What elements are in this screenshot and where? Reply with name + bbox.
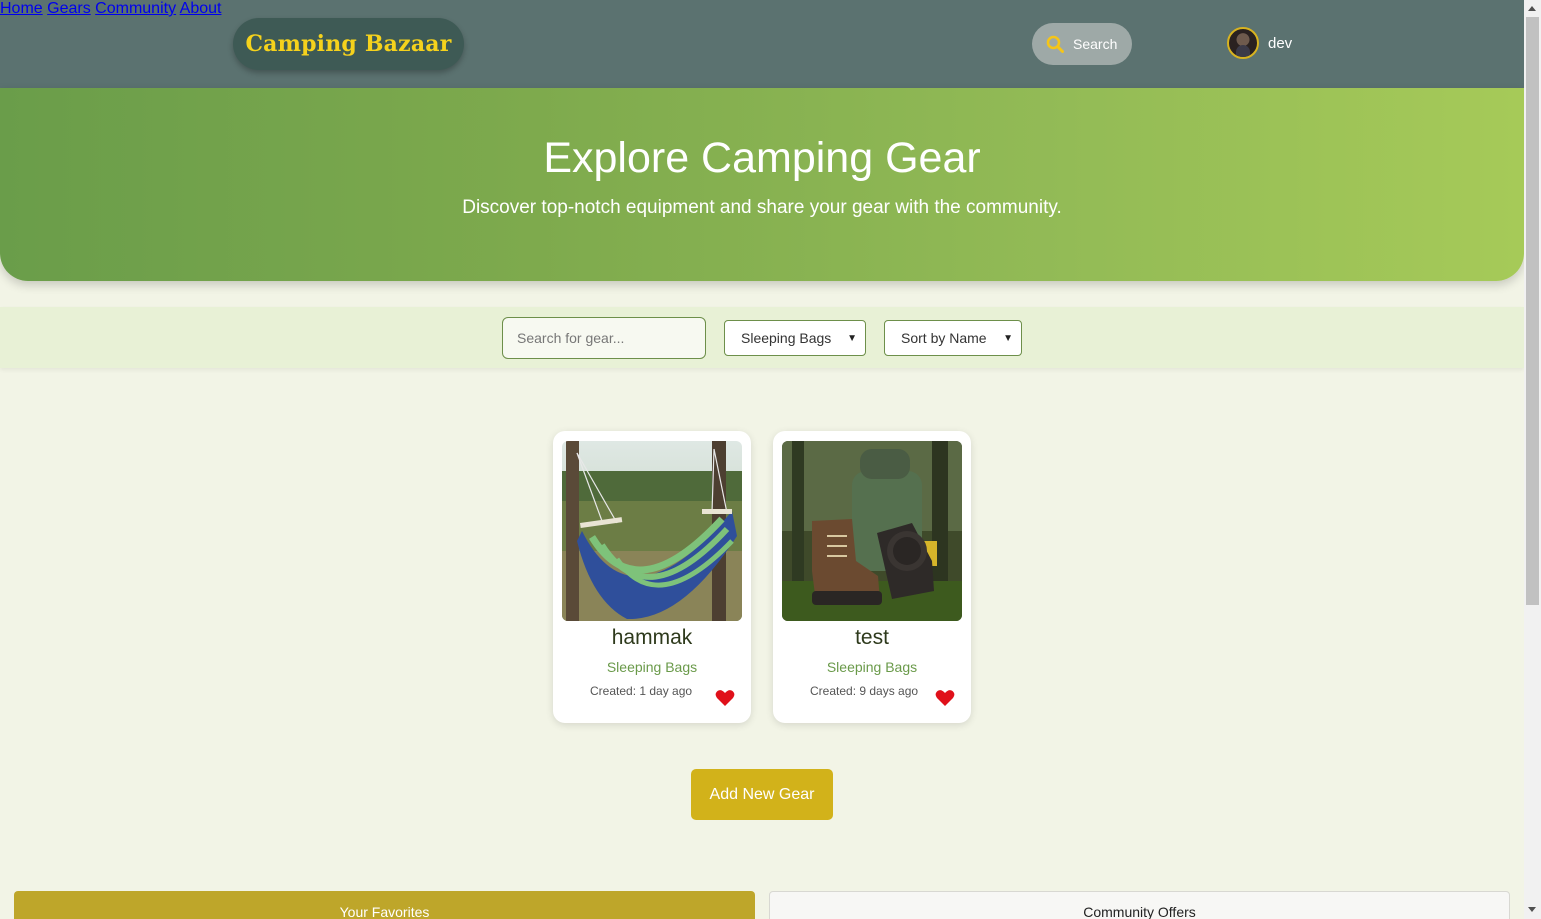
sort-select-value: Sort by Name [901,330,987,346]
category-select-value: Sleeping Bags [741,330,832,346]
gear-title: test [855,626,889,649]
top-navbar: Camping Bazaar Home Gears Community Abou… [0,0,1524,88]
category-select[interactable]: Sleeping Bags ▼ [724,320,866,356]
filter-bar: Sleeping Bags ▼ Sort by Name ▼ [0,307,1524,368]
search-button[interactable]: Search [1032,23,1132,65]
hero-banner: Explore Camping Gear Discover top-notch … [0,88,1524,281]
gear-search-input[interactable] [502,317,706,359]
search-button-label: Search [1073,36,1118,52]
gear-image-hammock[interactable] [562,441,742,621]
tab-community-offers[interactable]: Community Offers [769,891,1510,919]
avatar[interactable] [1227,27,1259,59]
scroll-down-icon[interactable] [1528,907,1536,912]
nav-home[interactable]: Home [0,0,43,17]
nav-community[interactable]: Community [95,0,176,17]
search-icon [1046,35,1064,53]
hero-subtitle: Discover top-notch equipment and share y… [462,197,1062,218]
nav-gears[interactable]: Gears [47,0,91,17]
logo[interactable]: Camping Bazaar [233,18,464,70]
user-name: dev [1268,34,1293,52]
add-new-gear-button[interactable]: Add New Gear [691,769,833,820]
sort-select[interactable]: Sort by Name ▼ [884,320,1022,356]
chevron-down-icon: ▼ [847,332,857,344]
gear-image-boots[interactable] [782,441,962,621]
nav-about[interactable]: About [180,0,222,17]
gear-created-date: Created: 9 days ago [810,684,919,698]
gear-category: Sleeping Bags [606,659,698,675]
gear-card[interactable]: test Sleeping Bags Created: 9 days ago [773,431,971,723]
gear-title: hammak [611,626,693,649]
heart-icon[interactable] [715,689,735,707]
user-menu[interactable]: dev [1227,27,1292,59]
scrollbar-thumb[interactable] [1526,17,1539,605]
tab-your-favorites[interactable]: Your Favorites [14,891,755,919]
hero-title: Explore Camping Gear [543,134,981,182]
heart-icon[interactable] [935,689,955,707]
gear-card[interactable]: hammak Sleeping Bags Created: 1 day ago [553,431,751,723]
gear-created-date: Created: 1 day ago [590,684,693,698]
gear-category: Sleeping Bags [826,659,918,675]
scroll-up-icon[interactable] [1528,6,1536,11]
chevron-down-icon: ▼ [1003,332,1013,344]
